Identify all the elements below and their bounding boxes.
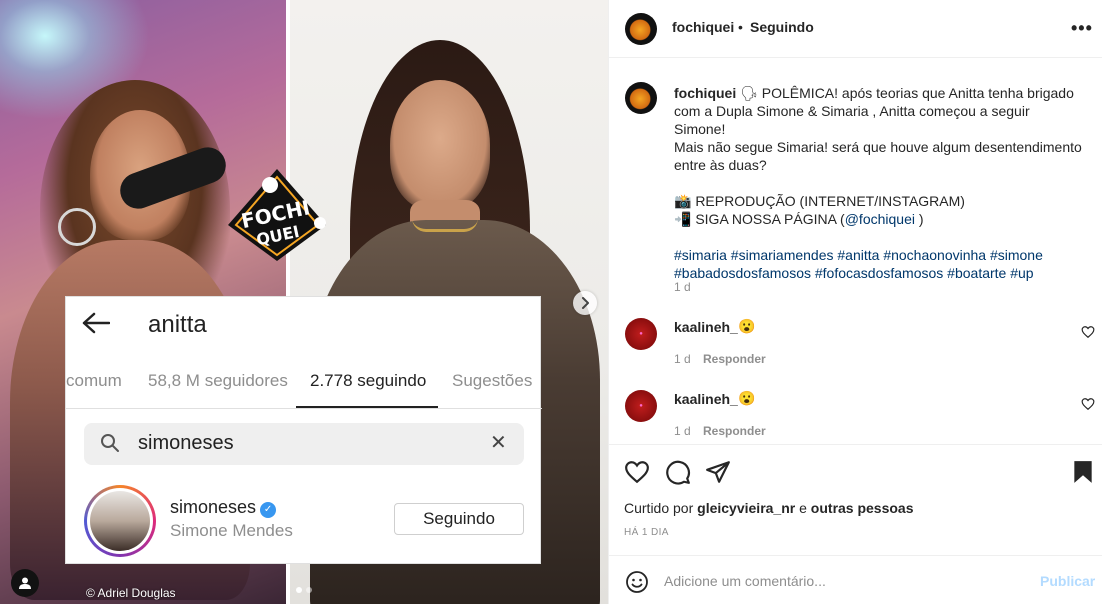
active-tab-underline	[296, 406, 438, 408]
more-options-icon[interactable]: •••	[1071, 18, 1093, 39]
caption-username[interactable]: fochiquei	[674, 85, 736, 101]
tab-seguidores: 58,8 M seguidores	[148, 371, 288, 390]
comment-username[interactable]: kaalineh_	[674, 319, 738, 335]
back-arrow-icon	[82, 309, 134, 341]
carousel-indicator	[296, 587, 312, 593]
result-username: simoneses	[170, 497, 257, 517]
hashtags-line-2[interactable]: #babadosdosfamosos #fofocasdosfamosos #b…	[674, 264, 1084, 282]
carousel-dot	[296, 587, 302, 593]
author-avatar[interactable]	[625, 13, 657, 45]
clear-icon: ✕	[490, 432, 507, 454]
reply-button[interactable]: Responder	[703, 424, 766, 438]
header-separator: •	[738, 19, 743, 35]
post-date: HÁ 1 DIA	[624, 527, 669, 538]
carousel-dot	[306, 587, 312, 593]
commenter-avatar[interactable]: ●	[625, 318, 657, 350]
result-avatar	[84, 485, 156, 557]
author-username[interactable]: fochiquei	[672, 19, 734, 35]
tab-seguindo: 2.778 seguindo	[310, 371, 427, 390]
comment-time: 1 d	[674, 352, 691, 366]
caption-line-3: Mais não segue Simaria! será que houve a…	[674, 139, 1082, 155]
hashtags-line-1[interactable]: #simaria #simariamendes #anitta #nochaon…	[674, 246, 1084, 264]
comment-text: 😮	[738, 390, 756, 406]
bookmark-icon[interactable]	[1070, 459, 1096, 485]
comment-text: 😮	[738, 318, 756, 334]
necklace	[412, 218, 478, 232]
result-username-row: simoneses ✓	[170, 497, 277, 518]
embedded-screenshot: anitta comum 58,8 M seguidores 2.778 seg…	[65, 296, 542, 564]
screenshot-tabs: comum 58,8 M seguidores 2.778 seguindo S…	[66, 365, 542, 409]
earring	[58, 208, 96, 246]
post-caption: fochiquei 🗣 POLÊMICA! após teorias que A…	[674, 84, 1084, 282]
comment-icon[interactable]	[665, 459, 691, 485]
liker-username[interactable]: gleicyvieira_nr	[697, 500, 795, 516]
screenshot-result-row: simoneses ✓ Simone Mendes Seguindo	[84, 485, 524, 557]
caption-line-2: com a Dupla Simone & Simaria , Anitta co…	[674, 103, 1030, 137]
woman-face	[390, 80, 490, 210]
screenshot-search-value: simoneses	[138, 432, 234, 454]
caption-time: 1 d	[674, 280, 691, 294]
screenshot-search-field: simoneses ✕	[84, 423, 524, 465]
comment-username[interactable]: kaalineh_	[674, 391, 738, 407]
screenshot-title: anitta	[148, 311, 207, 338]
comment-time: 1 d	[674, 424, 691, 438]
caption-follow-line: 📲 SIGA NOSSA PÁGINA (@fochiquei )	[674, 211, 924, 227]
reply-button[interactable]: Responder	[703, 352, 766, 366]
carousel-next-button[interactable]	[573, 291, 597, 315]
fochiquei-logo: FOCHI QUEI	[228, 169, 326, 261]
others-link[interactable]: outras pessoas	[811, 500, 914, 516]
publish-button[interactable]: Publicar	[1040, 573, 1095, 589]
likes-summary: Curtido por gleicyvieira_nr e outras pes…	[624, 500, 914, 516]
caption-avatar[interactable]	[625, 82, 657, 114]
photo-credit: © Adriel Douglas	[86, 586, 176, 600]
tagged-users-icon[interactable]	[11, 569, 39, 597]
emoji-icon[interactable]	[625, 570, 649, 594]
post-media[interactable]: © Adriel Douglas FOCHI QUEI anitta comum…	[0, 0, 608, 604]
search-icon	[100, 433, 120, 458]
caption-line-4: entre às duas?	[674, 157, 767, 173]
tab-comum: comum	[66, 371, 122, 390]
tab-sugestoes: Sugestões	[452, 371, 533, 390]
following-status-button[interactable]: Seguindo	[750, 19, 814, 35]
like-icon[interactable]	[624, 459, 650, 485]
caption-line-1: fochiquei 🗣 POLÊMICA! após teorias que A…	[674, 85, 1074, 101]
caption-credit-line: 📸 REPRODUÇÃO (INTERNET/INSTAGRAM)	[674, 193, 965, 209]
result-fullname: Simone Mendes	[170, 521, 293, 540]
comment-input[interactable]: Adicione um comentário...	[664, 573, 826, 589]
comment-like-icon[interactable]	[1081, 325, 1095, 339]
comment-like-icon[interactable]	[1081, 397, 1095, 411]
post-view: © Adriel Douglas FOCHI QUEI anitta comum…	[0, 0, 1102, 604]
result-following-button: Seguindo	[394, 503, 524, 535]
share-icon[interactable]	[705, 459, 731, 485]
screenshot-header: anitta	[82, 305, 207, 345]
verified-icon: ✓	[260, 502, 277, 518]
mention-link[interactable]: @fochiquei	[845, 211, 915, 227]
commenter-avatar[interactable]: ●	[625, 390, 657, 422]
